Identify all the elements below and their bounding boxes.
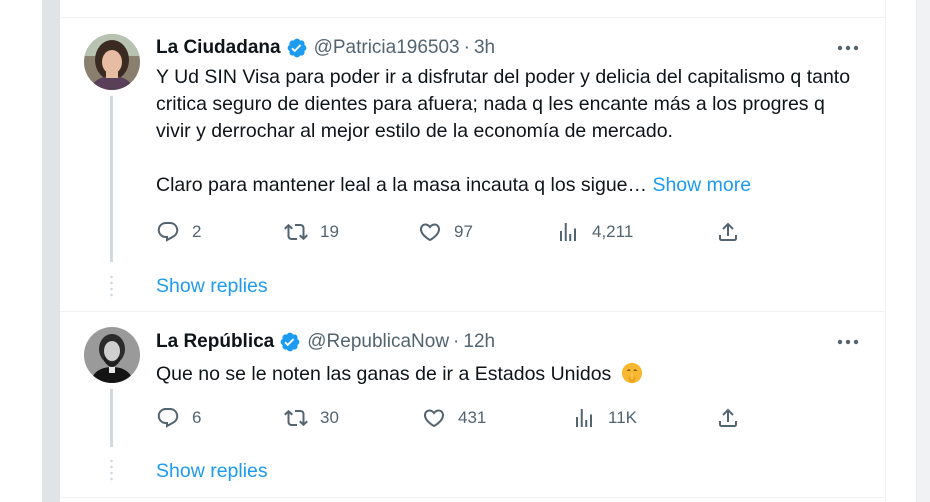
view-count: 11K — [608, 408, 637, 427]
tweet-la-ciudadana[interactable]: La Ciudadana @Patricia196503 · 3h Y Ud S… — [60, 18, 886, 312]
author-handle[interactable]: @RepublicaNow — [307, 331, 449, 353]
reply-icon — [157, 408, 179, 428]
avatar[interactable] — [84, 34, 140, 90]
avatar-photo — [84, 327, 140, 383]
thread-dots — [110, 274, 113, 300]
show-more-link[interactable]: Show more — [652, 174, 751, 196]
timestamp[interactable]: 12h — [463, 331, 495, 353]
reply-count: 6 — [192, 408, 202, 427]
repost-button[interactable]: 19 — [284, 220, 339, 244]
heart-icon — [423, 409, 445, 428]
author-handle[interactable]: @Patricia196503 — [314, 37, 460, 59]
right-gap — [886, 0, 916, 502]
shushing-face-emoji — [621, 362, 642, 384]
more-icon — [837, 339, 859, 345]
repost-button[interactable]: 30 — [284, 406, 339, 430]
avatar-photo — [84, 34, 140, 90]
like-count: 431 — [458, 408, 487, 427]
views-button[interactable]: 11K — [572, 406, 637, 430]
tweet-header: La Ciudadana @Patricia196503 · 3h — [156, 36, 495, 60]
author-name[interactable]: La República — [156, 331, 274, 353]
tweet-text: Que no se le noten las ganas de ir a Est… — [156, 361, 856, 388]
reply-icon — [157, 222, 179, 242]
views-icon — [560, 223, 576, 241]
like-count: 97 — [454, 222, 473, 241]
like-button[interactable]: 431 — [422, 406, 486, 430]
show-replies-link[interactable]: Show replies — [156, 460, 268, 483]
reply-button[interactable]: 6 — [156, 406, 201, 430]
tweet-paragraph-2: Claro para mantener leal a la masa incau… — [156, 172, 856, 199]
reply-button[interactable]: 2 — [156, 220, 201, 244]
show-replies-link[interactable]: Show replies — [156, 275, 268, 298]
avatar[interactable] — [84, 327, 140, 383]
repost-count: 19 — [320, 222, 339, 241]
more-icon — [837, 45, 859, 51]
author-name[interactable]: La Ciudadana — [156, 37, 281, 59]
tweet-body: Que no se le noten las ganas de ir a Est… — [156, 363, 612, 385]
tweet-la-republica[interactable]: La República @RepublicaNow · 12h Que no … — [60, 312, 886, 502]
tweet-paragraph: Y Ud SIN Visa para poder ir a disfrutar … — [156, 66, 851, 142]
share-icon — [719, 408, 737, 427]
repost-count: 30 — [320, 408, 339, 427]
like-button[interactable]: 97 — [418, 220, 473, 244]
views-icon — [576, 409, 592, 427]
thread-dots — [110, 458, 113, 484]
views-button[interactable]: 4,211 — [556, 220, 633, 244]
header-separator: · — [453, 331, 460, 352]
heart-icon — [419, 223, 441, 242]
tweet-divider — [60, 497, 886, 498]
share-button[interactable] — [716, 406, 740, 430]
timestamp[interactable]: 3h — [474, 37, 495, 59]
repost-icon — [284, 223, 308, 241]
share-icon — [719, 222, 737, 241]
left-rail — [42, 0, 60, 502]
view-count: 4,211 — [592, 222, 634, 241]
repost-icon — [284, 409, 308, 427]
left-gutter — [0, 0, 42, 502]
page-scrollbar[interactable] — [916, 0, 930, 502]
tweet-paragraph-text: Claro para mantener leal a la masa incau… — [156, 174, 648, 196]
action-bar: 2 19 97 4,211 — [156, 218, 746, 246]
more-button[interactable] — [836, 330, 860, 354]
reply-count: 2 — [192, 222, 202, 241]
thread-line — [110, 389, 113, 447]
header-separator: · — [463, 37, 470, 58]
thread-line — [110, 96, 113, 262]
action-bar: 6 30 431 11K — [156, 404, 746, 432]
tweet-header: La República @RepublicaNow · 12h — [156, 330, 495, 354]
verified-badge-icon — [287, 38, 306, 58]
share-button[interactable] — [716, 220, 740, 244]
more-button[interactable] — [836, 36, 860, 60]
verified-badge-icon — [280, 332, 300, 352]
tweet-text: Y Ud SIN Visa para poder ir a disfrutar … — [156, 64, 856, 199]
